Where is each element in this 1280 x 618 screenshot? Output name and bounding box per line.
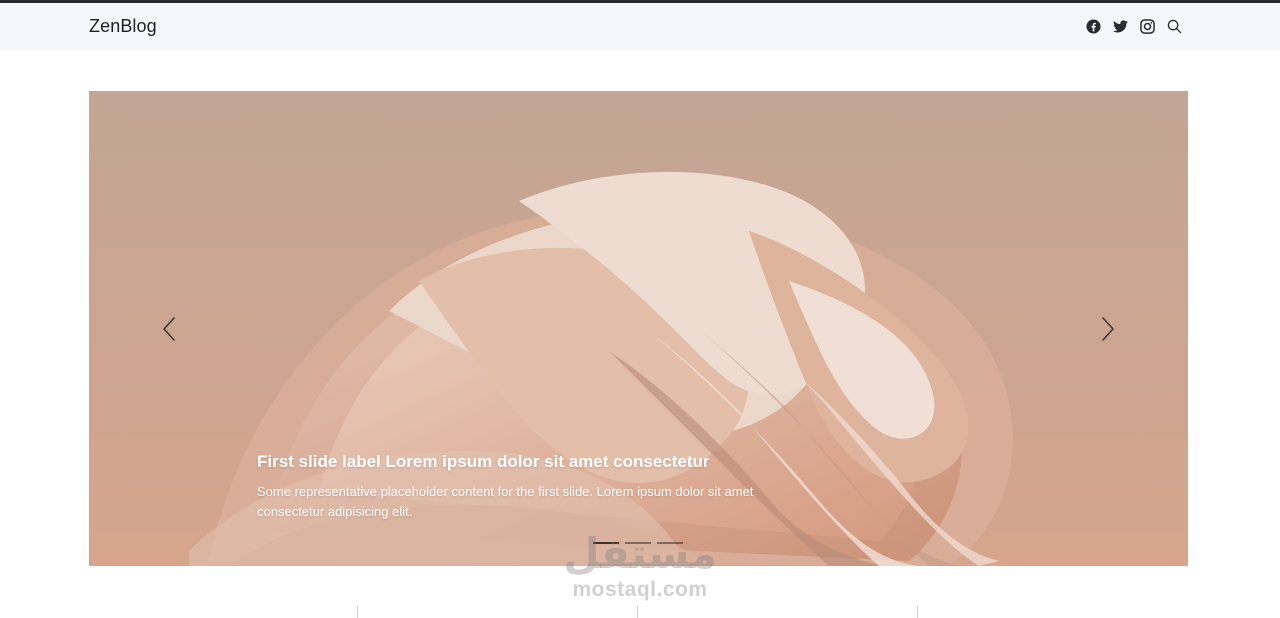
- carousel-indicators: [593, 542, 683, 544]
- twitter-icon[interactable]: [1112, 18, 1129, 35]
- facebook-icon[interactable]: [1085, 18, 1102, 35]
- carousel-indicator-1[interactable]: [593, 542, 619, 544]
- hero-carousel: First slide label Lorem ipsum dolor sit …: [89, 91, 1188, 566]
- column-divider: [637, 606, 638, 618]
- slide-caption-title: First slide label Lorem ipsum dolor sit …: [257, 452, 710, 471]
- social-icons: [1085, 18, 1183, 35]
- chevron-left-icon: [163, 316, 175, 341]
- carousel-prev-button[interactable]: [109, 91, 229, 566]
- carousel-next-button[interactable]: [1048, 91, 1168, 566]
- slide-caption: First slide label Lorem ipsum dolor sit …: [257, 450, 817, 522]
- column-divider: [917, 606, 918, 618]
- column-divider: [357, 606, 358, 618]
- search-icon[interactable]: [1166, 18, 1183, 35]
- top-navbar: ZenBlog: [0, 3, 1280, 50]
- carousel-indicator-3[interactable]: [657, 542, 683, 544]
- carousel-indicator-2[interactable]: [625, 542, 651, 544]
- slide-caption-text: Some representative placeholder content …: [257, 484, 754, 519]
- watermark-text: mostaql.com: [572, 578, 708, 601]
- chevron-right-icon: [1102, 316, 1114, 341]
- brand-logo[interactable]: ZenBlog: [89, 16, 157, 37]
- instagram-icon[interactable]: [1139, 18, 1156, 35]
